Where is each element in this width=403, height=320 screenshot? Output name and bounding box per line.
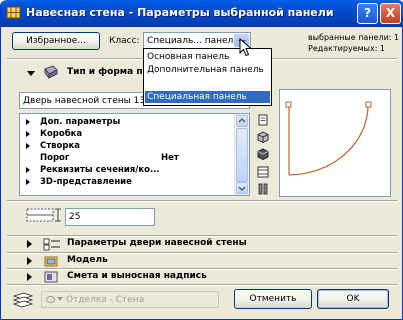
class-select[interactable]: Специаль... панель bbox=[143, 32, 251, 49]
door-swing-preview-icon bbox=[285, 101, 372, 176]
dialog-window: Навесная стена - Параметры выбранной пан… bbox=[0, 0, 403, 320]
expand-triangle-icon[interactable] bbox=[26, 179, 30, 185]
section-model[interactable]: Модель bbox=[1, 254, 403, 268]
expand-triangle-icon[interactable] bbox=[26, 131, 30, 137]
section-title: Параметры двери навесной стены bbox=[67, 238, 247, 248]
listing-icon bbox=[44, 271, 58, 283]
ok-button[interactable]: OK bbox=[317, 289, 389, 309]
expand-triangle-icon[interactable] bbox=[26, 167, 30, 173]
close-button[interactable]: X bbox=[380, 3, 401, 24]
section-view-icon[interactable] bbox=[257, 183, 269, 195]
door-type-value: Дверь навесной стены 13 bbox=[23, 96, 146, 106]
expand-triangle-icon[interactable] bbox=[26, 143, 30, 149]
cancel-button[interactable]: Отменить bbox=[234, 289, 312, 309]
class-select-value: Специаль... панель bbox=[147, 36, 239, 46]
divider bbox=[7, 284, 397, 286]
expand-triangle-icon[interactable] bbox=[27, 257, 32, 265]
layer-select[interactable]: Отделка - Стена bbox=[41, 291, 219, 308]
curtain-wall-app-icon bbox=[6, 6, 21, 19]
dimension-value: 25 bbox=[69, 212, 81, 222]
dropdown-option[interactable]: Дополнительная панель bbox=[145, 64, 270, 76]
chevron-down-icon bbox=[57, 297, 63, 301]
scroll-up-arrow-icon[interactable] bbox=[236, 115, 248, 127]
list-item[interactable]: 3D-представление bbox=[20, 177, 236, 189]
door-preview bbox=[279, 89, 391, 197]
section-title: Смета и выносная надпись bbox=[67, 271, 207, 281]
scroll-down-arrow-icon[interactable] bbox=[236, 182, 248, 194]
panel-type-icon bbox=[44, 65, 58, 79]
eye-icon bbox=[46, 296, 55, 303]
solid-view-icon[interactable] bbox=[257, 148, 269, 160]
list-item[interactable]: Порог Нет bbox=[20, 153, 236, 165]
list-item[interactable]: Реквизиты сечения/ко... bbox=[20, 165, 236, 177]
model-icon bbox=[44, 256, 58, 267]
section-door-params[interactable]: Параметры двери навесной стены bbox=[1, 237, 403, 251]
selected-count: выбранные панели: 1 bbox=[308, 33, 400, 42]
window-title: Навесная стена - Параметры выбранной пан… bbox=[26, 6, 334, 19]
dimension-input[interactable]: 25 bbox=[65, 208, 155, 226]
expand-triangle-icon[interactable] bbox=[27, 240, 32, 248]
layer-select-value: Отделка - Стена bbox=[66, 295, 145, 305]
dropdown-separator bbox=[145, 77, 270, 86]
section-listing-label[interactable]: Смета и выносная надпись bbox=[1, 270, 403, 284]
list-scrollbar[interactable] bbox=[234, 114, 249, 195]
editable-count: Редактируемых: 1 bbox=[308, 44, 386, 53]
list-item[interactable]: Створка bbox=[20, 141, 236, 153]
3d-box-icon[interactable] bbox=[257, 131, 269, 143]
expand-triangle-icon[interactable] bbox=[26, 119, 30, 125]
door-params-icon bbox=[43, 238, 60, 251]
title-bar[interactable]: Навесная стена - Параметры выбранной пан… bbox=[1, 0, 403, 27]
dropdown-option-selected[interactable]: Специальная панель bbox=[145, 91, 270, 103]
expand-triangle-icon[interactable] bbox=[27, 273, 32, 281]
thickness-icon bbox=[26, 208, 61, 222]
divider bbox=[7, 200, 397, 202]
layers-icon bbox=[12, 292, 34, 308]
favorites-button[interactable]: Избранное... bbox=[12, 32, 100, 50]
class-label: Класс: bbox=[109, 36, 140, 46]
scroll-thumb[interactable] bbox=[236, 128, 248, 182]
list-item[interactable]: Коробка bbox=[20, 129, 236, 141]
section-title: Модель bbox=[67, 255, 108, 265]
list-item[interactable]: Доп. параметры bbox=[20, 117, 236, 129]
collapse-triangle-icon[interactable] bbox=[27, 71, 35, 76]
elevation-view-icon[interactable] bbox=[257, 166, 269, 178]
list-item-value: Нет bbox=[161, 153, 179, 163]
mouse-cursor-icon bbox=[239, 38, 253, 57]
help-button[interactable]: ? bbox=[357, 3, 378, 24]
parameter-list[interactable]: Доп. параметры Коробка Створка Порог Нет … bbox=[19, 113, 250, 196]
doc-view-icon[interactable] bbox=[257, 114, 269, 126]
